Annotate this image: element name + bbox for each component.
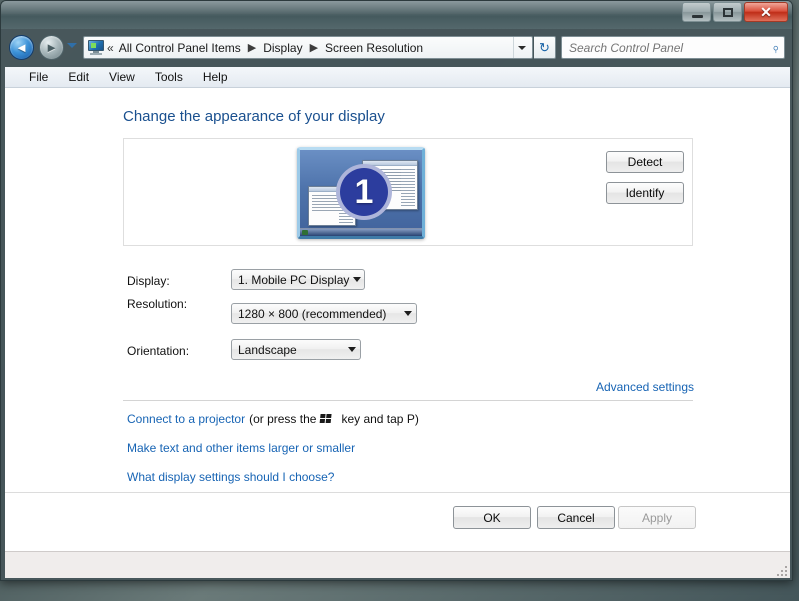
detect-button-label: Detect — [627, 155, 663, 169]
apply-button: Apply — [618, 506, 696, 529]
control-panel-display-icon — [88, 40, 104, 55]
navigation-bar: ◄ ► « All Control Panel Items ▶ Display … — [1, 29, 792, 67]
display-select[interactable]: 1. Mobile PC Display — [231, 269, 365, 290]
forward-button[interactable]: ► — [39, 35, 64, 60]
projector-row: Connect to a projector (or press the key… — [127, 412, 419, 426]
monitor-preview-icon[interactable]: 1 — [297, 147, 425, 239]
resolution-label: Resolution: — [127, 297, 188, 311]
refresh-button[interactable]: ↻ — [534, 36, 556, 59]
orientation-select-value: Landscape — [238, 342, 297, 357]
minimize-icon — [692, 15, 703, 18]
minimize-button[interactable] — [682, 2, 711, 22]
breadcrumb-separator-icon: ▶ — [247, 42, 257, 54]
breadcrumb: « All Control Panel Items ▶ Display ▶ Sc… — [107, 40, 513, 56]
cancel-button[interactable]: Cancel — [537, 506, 615, 529]
menu-item-file[interactable]: File — [19, 68, 58, 86]
windows-key-icon — [320, 413, 334, 425]
breadcrumb-separator-icon: ▶ — [309, 42, 319, 54]
close-icon: ✕ — [760, 3, 772, 20]
menu-item-edit[interactable]: Edit — [58, 68, 99, 86]
menu-bar: File Edit View Tools Help — [5, 67, 790, 88]
breadcrumb-overflow-icon[interactable]: « — [107, 41, 114, 55]
recent-pages-chevron-down-icon[interactable] — [67, 43, 77, 48]
maximize-icon — [723, 8, 733, 17]
status-bar — [5, 551, 790, 578]
close-button[interactable]: ✕ — [744, 2, 788, 22]
button-bar-divider — [5, 492, 790, 493]
apply-button-label: Apply — [641, 510, 673, 525]
menu-item-view[interactable]: View — [99, 68, 145, 86]
cancel-button-label: Cancel — [557, 510, 595, 525]
identify-button-label: Identify — [625, 186, 665, 200]
what-display-settings-link[interactable]: What display settings should I choose? — [127, 470, 334, 484]
section-divider — [123, 400, 693, 401]
detect-button[interactable]: Detect — [606, 151, 684, 173]
mock-start-button-icon — [302, 230, 308, 235]
resolution-select[interactable]: 1280 × 800 (recommended) — [231, 303, 417, 324]
resolution-select-value: 1280 × 800 (recommended) — [238, 306, 387, 321]
back-arrow-icon: ◄ — [15, 40, 28, 55]
address-bar[interactable]: « All Control Panel Items ▶ Display ▶ Sc… — [83, 36, 533, 59]
monitor-screen: 1 — [300, 150, 422, 236]
orientation-label: Orientation: — [127, 344, 190, 358]
breadcrumb-item-screen-resolution[interactable]: Screen Resolution — [323, 40, 425, 56]
search-input[interactable] — [567, 39, 772, 56]
content-area: Change the appearance of your display 1 — [5, 88, 790, 551]
chevron-down-icon — [349, 277, 365, 282]
maximize-button[interactable] — [713, 2, 742, 22]
projector-hint-suffix: key and tap P) — [341, 412, 419, 426]
menu-item-tools[interactable]: Tools — [145, 68, 193, 86]
identify-button[interactable]: Identify — [606, 182, 684, 204]
chevron-down-icon — [400, 311, 416, 316]
display-select-value: 1. Mobile PC Display — [238, 272, 350, 287]
titlebar-glass-highlight — [1, 1, 792, 14]
connect-to-projector-link[interactable]: Connect to a projector — [127, 412, 245, 426]
title-bar: ✕ — [1, 1, 792, 29]
mock-taskbar — [300, 228, 422, 236]
chevron-down-icon — [344, 347, 360, 352]
page-title: Change the appearance of your display — [123, 108, 385, 125]
back-button[interactable]: ◄ — [9, 35, 34, 60]
address-chevron-down-icon[interactable] — [513, 37, 530, 58]
breadcrumb-item-all-control-panel-items[interactable]: All Control Panel Items — [117, 40, 243, 56]
menu-item-help[interactable]: Help — [193, 68, 238, 86]
display-label: Display: — [127, 274, 170, 288]
control-panel-window: ✕ ◄ ► « All Control Panel Items ▶ Displa… — [0, 0, 793, 581]
forward-arrow-icon: ► — [45, 40, 58, 55]
refresh-icon: ↻ — [539, 39, 550, 55]
ok-button[interactable]: OK — [453, 506, 531, 529]
projector-hint-prefix: (or press the — [249, 412, 317, 426]
display-preview-panel: 1 Detect Identify — [123, 138, 693, 246]
ok-button-label: OK — [483, 510, 501, 525]
search-box[interactable]: ⌕ — [561, 36, 785, 59]
orientation-select[interactable]: Landscape — [231, 339, 361, 360]
display-number-badge: 1 — [336, 164, 392, 220]
breadcrumb-item-display[interactable]: Display — [261, 40, 304, 56]
advanced-settings-link[interactable]: Advanced settings — [596, 380, 694, 394]
make-text-larger-link[interactable]: Make text and other items larger or smal… — [127, 441, 355, 455]
resize-grip[interactable] — [775, 564, 787, 576]
window-controls: ✕ — [680, 2, 788, 22]
